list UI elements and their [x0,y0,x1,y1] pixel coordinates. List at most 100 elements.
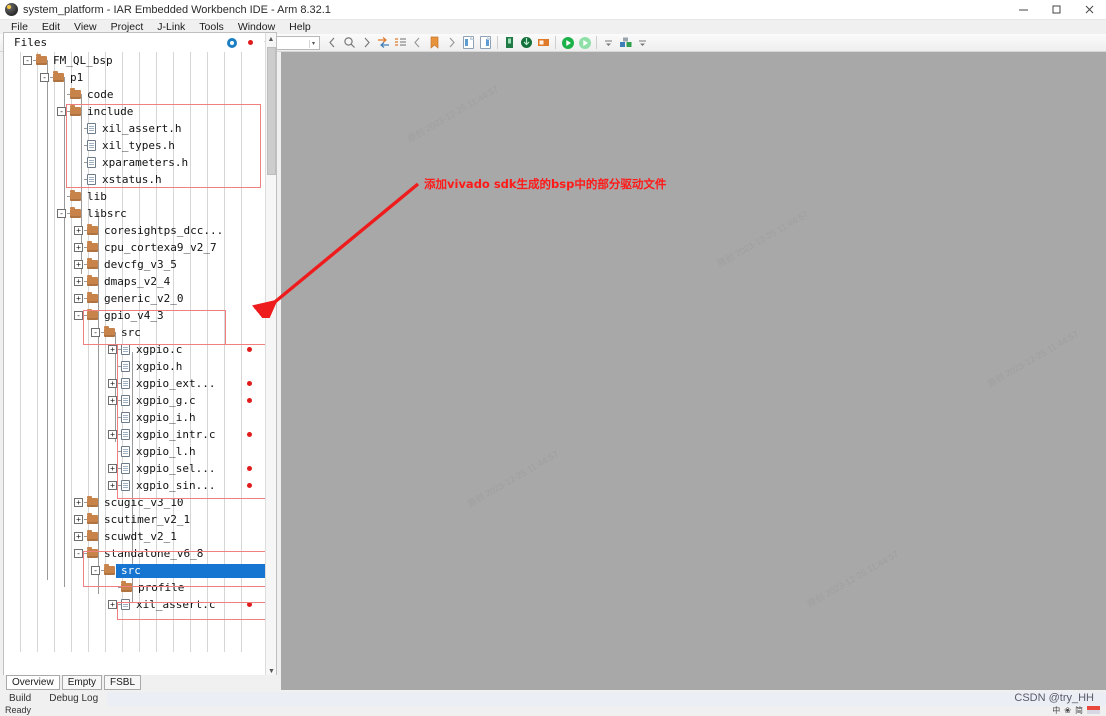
tree-row[interactable]: + cpu_cortexa9_v2_7 [74,239,217,256]
tree-row[interactable]: + dmaps_v2_4 [74,273,170,290]
expand-icon[interactable]: + [108,379,117,388]
collapse-icon[interactable]: - [57,107,66,116]
file-icon [87,123,96,134]
tree-row[interactable]: xgpio_i.h [108,409,196,426]
expand-icon[interactable]: + [108,396,117,405]
tree-row[interactable]: - src [91,324,141,341]
indent-left-icon[interactable] [460,34,477,51]
minimize-button[interactable] [1007,0,1040,20]
tree-row[interactable]: xil_assert.h [74,120,181,137]
window-controls [1007,0,1106,20]
tree-row[interactable]: - include [57,103,133,120]
ws-tab-fsbl[interactable]: FSBL [104,675,142,690]
tree-row[interactable]: - src [91,562,141,579]
status-bar: Ready [0,706,1106,715]
maximize-button[interactable] [1040,0,1073,20]
bottom-tab-debug-log[interactable]: Debug Log [40,692,107,706]
editor-mdi-area[interactable]: 原创 2023-12-25 11:44:57 原创 2023-12-25 11:… [281,52,1106,690]
navigate-back-icon[interactable] [324,34,341,51]
navigate-forward-icon[interactable] [358,34,375,51]
tree-row[interactable]: xgpio.h [108,358,182,375]
ime-punct-icon[interactable]: 简 [1075,705,1083,716]
tree-row[interactable]: xparameters.h [74,154,188,171]
tree-row[interactable]: - p1 [40,69,83,86]
tree-row[interactable]: + xgpio_sel... [108,460,215,477]
collapse-icon[interactable]: - [74,549,83,558]
ime-mode-icon[interactable]: 中 [1052,705,1060,716]
expand-icon[interactable]: + [74,226,83,235]
ime-flag-icon[interactable] [1087,706,1100,714]
expand-icon[interactable]: + [108,430,117,439]
expand-icon[interactable]: + [74,260,83,269]
expand-icon[interactable]: + [74,294,83,303]
tree-row[interactable]: code [57,86,114,103]
indent-right-icon[interactable] [477,34,494,51]
replace-icon[interactable] [375,34,392,51]
tree-row[interactable]: + xil_assert.c [108,596,215,613]
tree-row[interactable]: xgpio_l.h [108,443,196,460]
tree-row[interactable]: - FM_QL_bsp [23,52,113,69]
scroll-thumb[interactable] [267,47,276,175]
tree-row[interactable]: - libsrc [57,205,127,222]
workspace-tab-bar: Overview Empty FSBL [3,675,277,690]
bookmark-prev-icon[interactable] [409,34,426,51]
expand-icon[interactable]: + [108,481,117,490]
bottom-tab-build[interactable]: Build [0,692,40,706]
expand-icon[interactable]: + [108,600,117,609]
ws-tab-overview[interactable]: Overview [6,675,60,690]
bookmark-next-icon[interactable] [443,34,460,51]
scroll-up-button[interactable]: ▲ [266,33,276,45]
tree-row-label: profile [138,581,185,594]
expand-icon[interactable]: + [74,532,83,541]
chevron-down-icon[interactable]: ▾ [309,39,317,48]
tree-row[interactable]: + scutimer_v2_1 [74,511,190,528]
project-file-tree[interactable]: Files ^ [3,32,277,676]
toolbar-overflow2-icon[interactable] [634,34,651,51]
tree-row[interactable]: xil_types.h [74,137,175,154]
find-in-files-icon[interactable] [392,34,409,51]
tree-row[interactable]: + scugic_v3_10 [74,494,183,511]
expand-icon[interactable]: + [108,345,117,354]
collapse-icon[interactable]: - [23,56,32,65]
expand-icon[interactable]: + [74,277,83,286]
ime-shape-icon[interactable]: ❀ [1064,706,1071,715]
bookmark-toggle-icon[interactable] [426,34,443,51]
expand-icon[interactable]: + [74,243,83,252]
debug-without-download-icon[interactable] [576,34,593,51]
download-and-debug-icon[interactable] [559,34,576,51]
close-button[interactable] [1073,0,1106,20]
tree-row[interactable]: - gpio_v4_3 [74,307,164,324]
collapse-icon[interactable]: - [91,328,100,337]
expand-icon[interactable]: + [74,515,83,524]
tree-row[interactable]: + xgpio_sin... [108,477,215,494]
ws-tab-empty[interactable]: Empty [61,675,103,690]
collapse-icon[interactable]: - [40,73,49,82]
tree-scrollbar[interactable]: ▲ ▼ [265,33,276,675]
tree-row[interactable]: + coresightps_dcc... [74,222,223,239]
tree-row[interactable]: + xgpio.c [108,341,182,358]
tree-row[interactable]: xstatus.h [74,171,162,188]
compile-icon[interactable] [501,34,518,51]
tree-row-label: scuwdt_v2_1 [104,530,177,543]
tree-row[interactable]: + xgpio_intr.c [108,426,215,443]
make-icon[interactable] [518,34,535,51]
collapse-icon[interactable]: - [74,311,83,320]
tree-row[interactable]: + devcfg_v3_5 [74,256,177,273]
collapse-icon[interactable]: - [57,209,66,218]
collapse-icon[interactable]: - [91,566,100,575]
menu-help[interactable]: Help [282,20,318,34]
tree-row[interactable]: + scuwdt_v2_1 [74,528,177,545]
tree-row[interactable]: + xgpio_ext... [108,375,215,392]
toolbar-overflow-icon[interactable] [600,34,617,51]
expand-icon[interactable]: + [108,464,117,473]
find-icon[interactable] [341,34,358,51]
tree-row[interactable]: lib [57,188,107,205]
tree-row[interactable]: + xgpio_g.c [108,392,196,409]
tree-row[interactable]: - standalone_v6_8 [74,545,203,562]
tree-row[interactable]: + generic_v2_0 [74,290,183,307]
toggle-breakpoint-icon[interactable] [617,34,634,51]
stop-build-icon[interactable] [535,34,552,51]
expand-icon[interactable]: + [74,498,83,507]
gear-icon[interactable] [227,37,238,48]
tree-row[interactable]: profile [108,579,184,596]
